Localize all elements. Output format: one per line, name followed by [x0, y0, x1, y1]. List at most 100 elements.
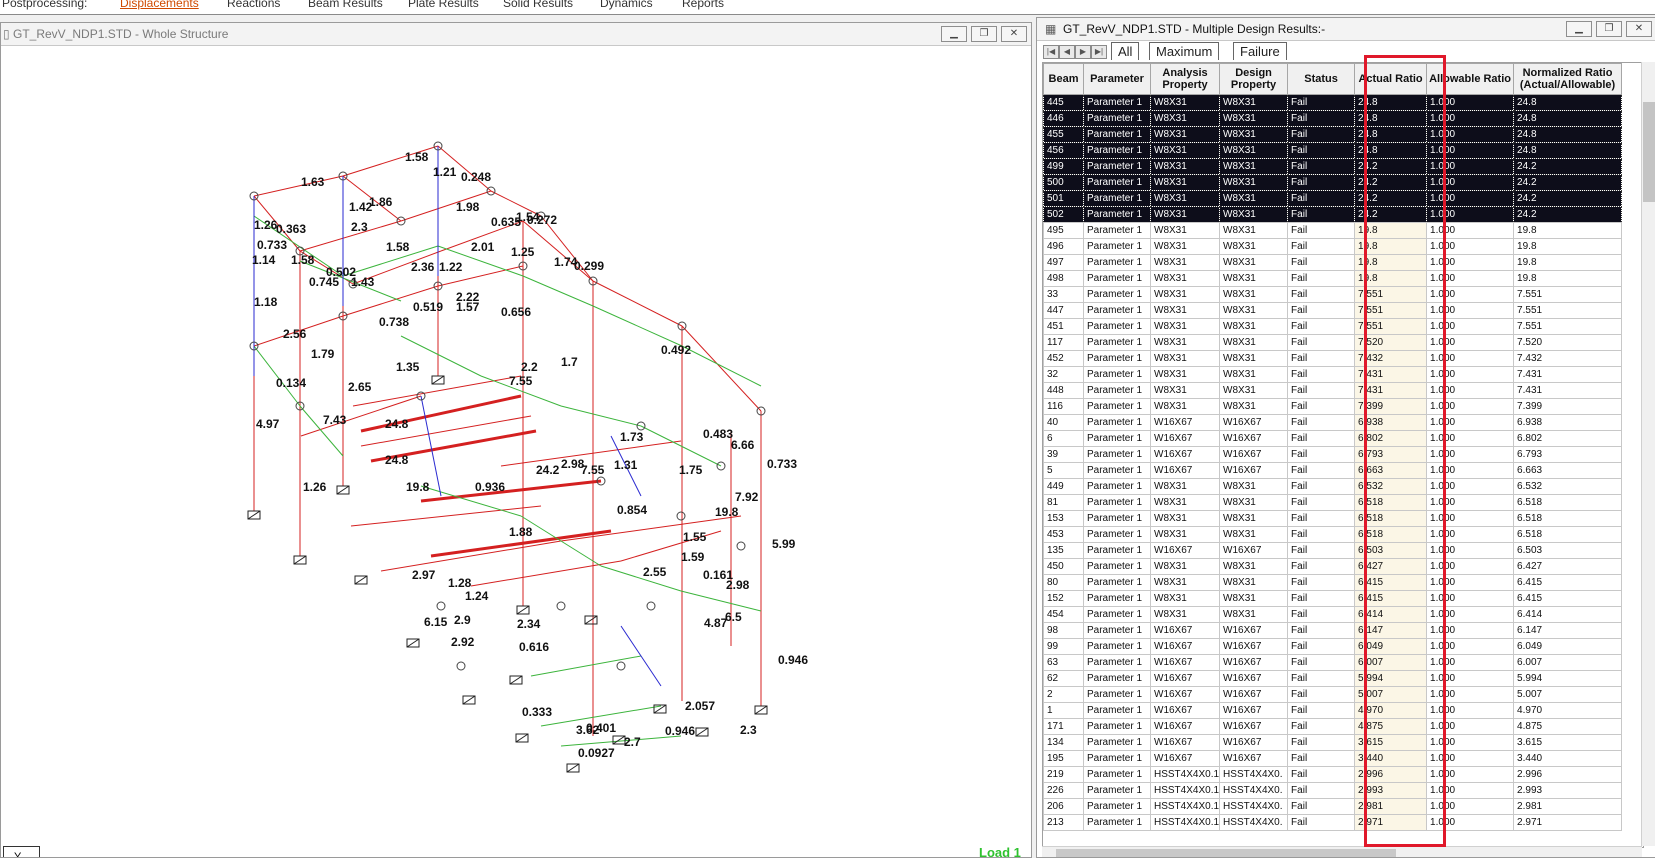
scrollbar-thumb[interactable]	[1056, 849, 1396, 857]
cell-parameter[interactable]: Parameter 1	[1083, 734, 1151, 751]
cell-allowable-ratio[interactable]: 1.000	[1426, 766, 1515, 783]
cell-parameter[interactable]: Parameter 1	[1083, 606, 1151, 623]
cell-design-property[interactable]: W8X31	[1219, 158, 1289, 175]
cell-allowable-ratio[interactable]: 1.000	[1426, 174, 1515, 191]
member-line[interactable]	[420, 479, 602, 503]
first-tab-arrow-icon[interactable]: |◀	[1043, 45, 1059, 59]
cell-status[interactable]: Fail	[1287, 814, 1356, 831]
member-line[interactable]	[515, 733, 529, 743]
table-row[interactable]: 33 Parameter 1 W8X31 W8X31 Fail 7.551 1.000 7.5…	[1043, 286, 1623, 303]
close-button[interactable]: ✕	[1626, 21, 1652, 37]
cell-design-property[interactable]: W8X31	[1219, 254, 1289, 271]
cell-parameter[interactable]: Parameter 1	[1083, 494, 1151, 511]
cell-actual-ratio[interactable]: 3.615	[1354, 734, 1428, 751]
cell-actual-ratio[interactable]: 7.551	[1354, 318, 1428, 335]
cell-analysis-property[interactable]: HSST4X4X0.1	[1149, 814, 1221, 831]
cell-beam[interactable]: 449	[1043, 478, 1084, 495]
cell-status[interactable]: Fail	[1287, 110, 1356, 127]
cell-actual-ratio[interactable]: 7.399	[1354, 398, 1428, 415]
cell-allowable-ratio[interactable]: 1.000	[1426, 446, 1515, 463]
cell-allowable-ratio[interactable]: 1.000	[1426, 526, 1515, 543]
cell-beam[interactable]: 450	[1043, 558, 1084, 575]
cell-allowable-ratio[interactable]: 1.000	[1426, 798, 1515, 815]
restore-button[interactable]: ❐	[1596, 21, 1622, 37]
table-row[interactable]: 450 Parameter 1 W8X31 W8X31 Fail 6.427 1.000 6.…	[1043, 558, 1623, 575]
cell-design-property[interactable]: W8X31	[1219, 174, 1289, 191]
cell-design-property[interactable]: W16X67	[1219, 654, 1289, 671]
cell-beam[interactable]: 152	[1043, 590, 1084, 607]
member-line[interactable]	[350, 505, 542, 527]
cell-status[interactable]: Fail	[1287, 302, 1356, 319]
table-row[interactable]: 80 Parameter 1 W8X31 W8X31 Fail 6.415 1.000 6.4…	[1043, 574, 1623, 591]
member-line[interactable]	[680, 590, 762, 612]
table-row[interactable]: 452 Parameter 1 W8X31 W8X31 Fail 7.432 1.000 7.…	[1043, 350, 1623, 367]
cell-design-property[interactable]: W16X67	[1219, 734, 1289, 751]
col-header-normalized-ratio[interactable]: Normalized Ratio (Actual/Allowable)	[1513, 63, 1623, 95]
cell-status[interactable]: Fail	[1287, 254, 1356, 271]
cell-normalized-ratio[interactable]: 7.431	[1513, 382, 1623, 399]
cell-actual-ratio[interactable]: 2.971	[1354, 814, 1428, 831]
cell-design-property[interactable]: W16X67	[1219, 414, 1289, 431]
cell-actual-ratio[interactable]: 2.981	[1354, 798, 1428, 815]
cell-actual-ratio[interactable]: 6.147	[1354, 622, 1428, 639]
cell-design-property[interactable]: W16X67	[1219, 462, 1289, 479]
node-marker[interactable]	[676, 511, 686, 521]
cell-beam[interactable]: 226	[1043, 782, 1084, 799]
cell-status[interactable]: Fail	[1287, 622, 1356, 639]
cell-status[interactable]: Fail	[1287, 638, 1356, 655]
cell-parameter[interactable]: Parameter 1	[1083, 334, 1151, 351]
cell-actual-ratio[interactable]: 19.8	[1354, 222, 1428, 239]
cell-normalized-ratio[interactable]: 7.551	[1513, 302, 1623, 319]
cell-analysis-property[interactable]: W16X67	[1149, 686, 1221, 703]
cell-parameter[interactable]: Parameter 1	[1083, 478, 1151, 495]
cell-allowable-ratio[interactable]: 1.000	[1426, 222, 1515, 239]
cell-normalized-ratio[interactable]: 6.415	[1513, 574, 1623, 591]
cell-status[interactable]: Fail	[1287, 574, 1356, 591]
cell-actual-ratio[interactable]: 6.427	[1354, 558, 1428, 575]
cell-normalized-ratio[interactable]: 6.518	[1513, 510, 1623, 527]
cell-analysis-property[interactable]: W16X67	[1149, 734, 1221, 751]
member-line[interactable]	[620, 625, 662, 687]
cell-beam[interactable]: 219	[1043, 766, 1084, 783]
node-marker[interactable]	[646, 601, 656, 611]
cell-status[interactable]: Fail	[1287, 494, 1356, 511]
cell-parameter[interactable]: Parameter 1	[1083, 814, 1151, 831]
node-marker[interactable]	[616, 661, 626, 671]
cell-parameter[interactable]: Parameter 1	[1083, 318, 1151, 335]
cell-beam[interactable]: 498	[1043, 270, 1084, 287]
member-line[interactable]	[681, 345, 762, 387]
cell-beam[interactable]: 502	[1043, 206, 1084, 223]
member-line[interactable]	[600, 565, 682, 592]
member-line[interactable]	[247, 510, 261, 520]
table-row[interactable]: 226 Parameter 1 HSST4X4X0.1 HSST4X4X0. Fail 2…	[1043, 782, 1623, 799]
node-marker[interactable]	[556, 601, 566, 611]
cell-beam[interactable]: 153	[1043, 510, 1084, 527]
cell-beam[interactable]: 40	[1043, 414, 1084, 431]
cell-status[interactable]: Fail	[1287, 462, 1356, 479]
cell-allowable-ratio[interactable]: 1.000	[1426, 190, 1515, 207]
cell-actual-ratio[interactable]: 24.2	[1354, 158, 1428, 175]
cell-allowable-ratio[interactable]: 1.000	[1426, 254, 1515, 271]
cell-beam[interactable]: 6	[1043, 430, 1084, 447]
member-line[interactable]	[293, 555, 307, 565]
cell-parameter[interactable]: Parameter 1	[1083, 558, 1151, 575]
cell-normalized-ratio[interactable]: 5.994	[1513, 670, 1623, 687]
cell-parameter[interactable]: Parameter 1	[1083, 430, 1151, 447]
cell-actual-ratio[interactable]: 6.007	[1354, 654, 1428, 671]
table-row[interactable]: 1 Parameter 1 W16X67 W16X67 Fail 4.970 1.000 4.…	[1043, 702, 1623, 719]
cell-analysis-property[interactable]: W16X67	[1149, 670, 1221, 687]
cell-allowable-ratio[interactable]: 1.000	[1426, 478, 1515, 495]
cell-analysis-property[interactable]: W8X31	[1149, 526, 1221, 543]
member-line[interactable]	[566, 763, 580, 773]
cell-allowable-ratio[interactable]: 1.000	[1426, 414, 1515, 431]
cell-status[interactable]: Fail	[1287, 206, 1356, 223]
cell-status[interactable]: Fail	[1287, 670, 1356, 687]
cell-design-property[interactable]: W8X31	[1219, 94, 1289, 111]
cell-analysis-property[interactable]: W16X67	[1149, 702, 1221, 719]
cell-actual-ratio[interactable]: 5.994	[1354, 670, 1428, 687]
cell-actual-ratio[interactable]: 7.551	[1354, 302, 1428, 319]
cell-parameter[interactable]: Parameter 1	[1083, 542, 1151, 559]
tab-failure[interactable]: Failure	[1233, 42, 1287, 60]
cell-beam[interactable]: 448	[1043, 382, 1084, 399]
cell-design-property[interactable]: W8X31	[1219, 606, 1289, 623]
